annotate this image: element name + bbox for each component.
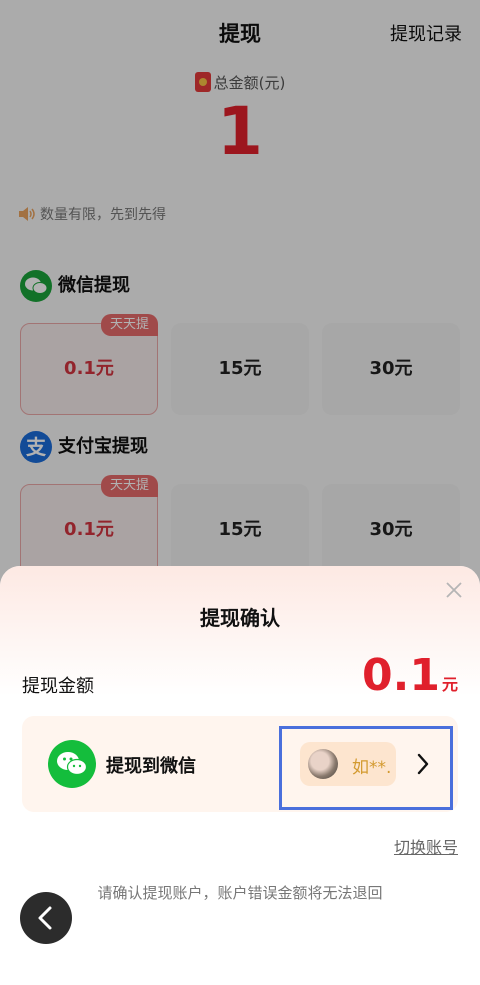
avatar <box>308 749 338 779</box>
withdraw-account-card[interactable]: 提现到微信 如**. <box>22 716 458 812</box>
warning-text: 请确认提现账户，账户错误金额将无法退回 <box>97 884 383 902</box>
back-button[interactable] <box>20 892 72 944</box>
user-account-chip[interactable]: 如**. <box>300 742 396 786</box>
amount-label: 提现金额 <box>22 676 94 697</box>
back-arrow-icon <box>38 906 52 930</box>
amount-number: 0.1 <box>362 650 440 701</box>
withdraw-confirm-sheet: 提现确认 提现金额 0.1 元 提现到微信 如**. 切换账号 请确认提现账户，账… <box>0 566 480 985</box>
amount-value: 0.1 元 <box>362 648 458 704</box>
switch-account-link[interactable]: 切换账号 <box>394 834 458 858</box>
wechat-icon <box>48 740 96 788</box>
amount-unit: 元 <box>441 675 458 694</box>
chevron-right-icon[interactable] <box>416 752 430 776</box>
username: 如**. <box>352 758 392 778</box>
sheet-title: 提现确认 <box>200 606 280 630</box>
account-label: 提现到微信 <box>106 756 196 777</box>
close-icon[interactable] <box>442 578 466 602</box>
